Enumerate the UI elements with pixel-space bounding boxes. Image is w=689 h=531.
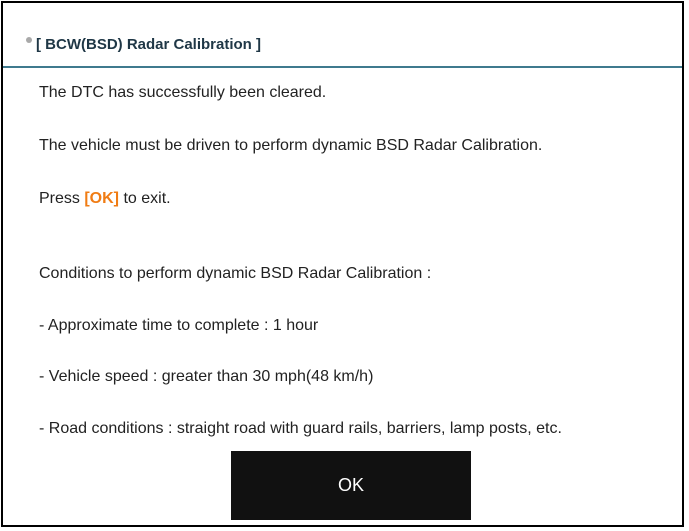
message-dtc-cleared: The DTC has successfully been cleared. — [39, 84, 327, 101]
dialog-header: [ BCW(BSD) Radar Calibration ] — [3, 3, 682, 68]
calibration-dialog: [ BCW(BSD) Radar Calibration ] The DTC h… — [1, 1, 684, 527]
condition-speed: - Vehicle speed : greater than 30 mph(48… — [39, 368, 374, 385]
conditions-heading: Conditions to perform dynamic BSD Radar … — [39, 265, 432, 282]
press-suffix: to exit. — [119, 190, 171, 207]
message-press-ok: Press [OK] to exit. — [39, 189, 171, 209]
ok-highlight-text: [OK] — [84, 190, 119, 207]
ok-button[interactable]: OK — [231, 451, 471, 520]
bullet-dot-icon — [26, 37, 32, 43]
condition-time: - Approximate time to complete : 1 hour — [39, 317, 319, 334]
dialog-title: [ BCW(BSD) Radar Calibration ] — [36, 36, 261, 53]
condition-road: - Road conditions : straight road with g… — [39, 420, 562, 437]
press-prefix: Press — [39, 190, 85, 207]
message-must-drive: The vehicle must be driven to perform dy… — [39, 137, 543, 154]
